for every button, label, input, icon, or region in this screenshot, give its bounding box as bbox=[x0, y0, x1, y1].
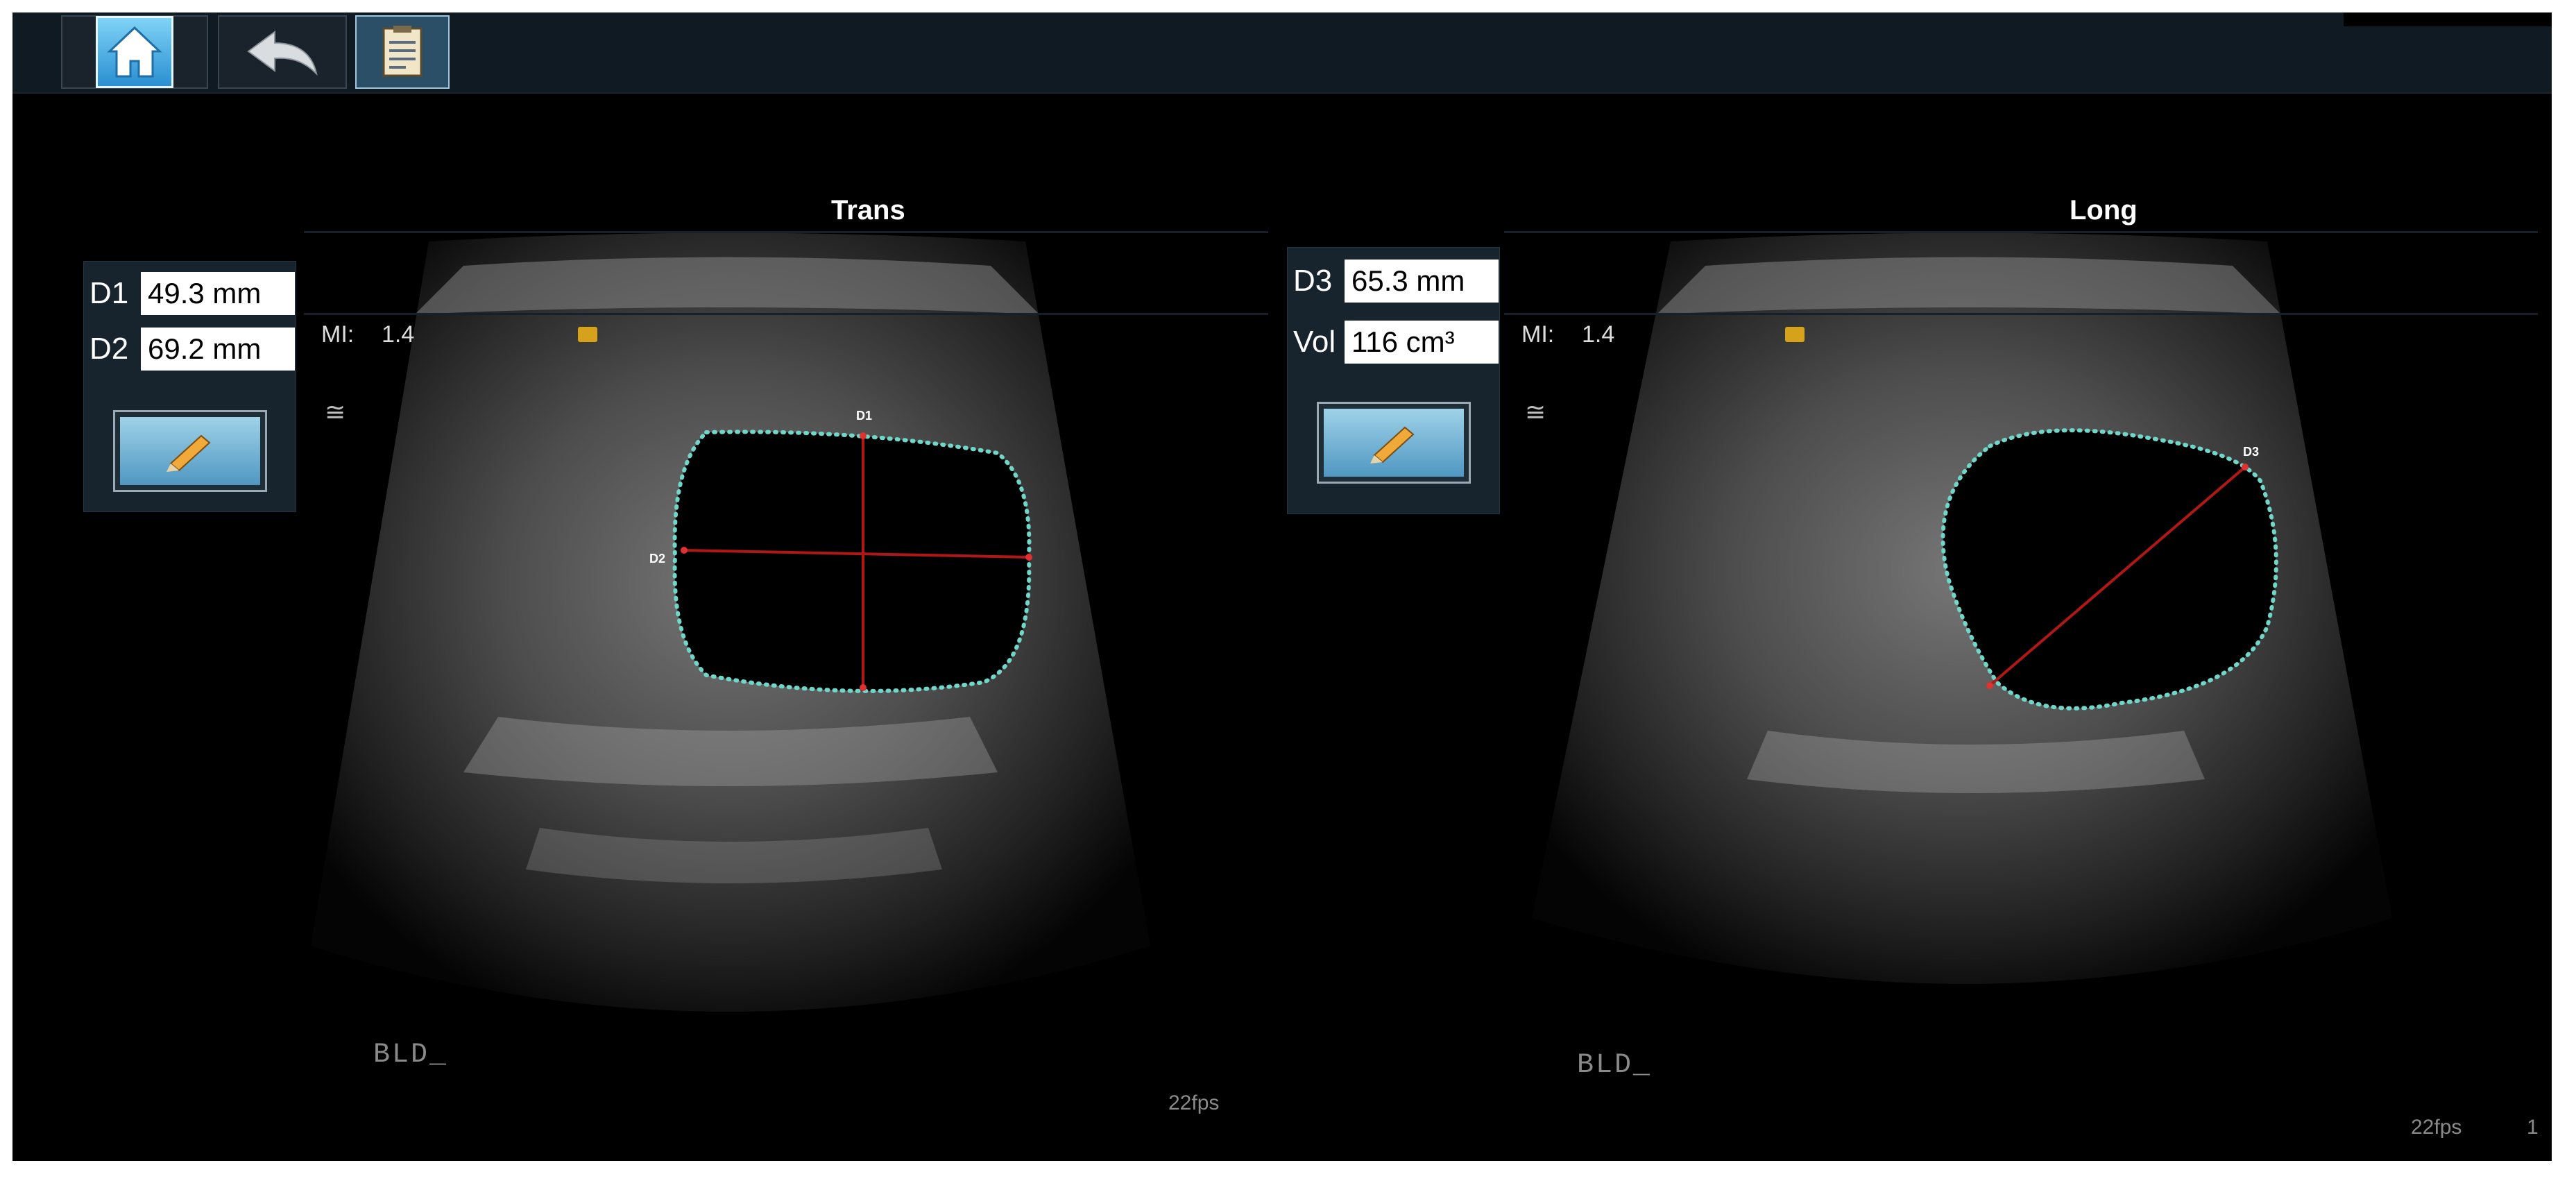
long-view-panel: Long D3 65.3 mm Vol 116 cm³ MI: 1.4 ≅ D3… bbox=[1282, 92, 2552, 1161]
measurement-row-vol: Vol 116 cm³ bbox=[1288, 317, 1499, 367]
toolbar-edge bbox=[2344, 12, 2552, 26]
long-divider-bottom bbox=[1504, 313, 2538, 315]
long-mi-value: 1.4 bbox=[1582, 321, 1615, 348]
home-button[interactable] bbox=[61, 15, 208, 89]
trans-mi-label: MI: bbox=[321, 321, 355, 348]
report-icon bbox=[382, 26, 423, 77]
trans-fps-label: 22fps bbox=[1168, 1091, 1220, 1114]
trans-preset-label: BLD_ bbox=[373, 1039, 449, 1071]
d3-value: 65.3 mm bbox=[1345, 260, 1499, 303]
trans-edit-measurement-button[interactable] bbox=[113, 410, 267, 492]
long-edit-measurement-button[interactable] bbox=[1317, 402, 1471, 484]
back-button[interactable] bbox=[218, 15, 347, 89]
trans-ultrasound-image bbox=[311, 232, 1150, 1012]
report-button[interactable] bbox=[355, 15, 450, 89]
measurement-row-d2: D2 69.2 mm bbox=[84, 324, 295, 374]
undo-arrow-icon bbox=[247, 31, 318, 76]
trans-view-title: Trans bbox=[831, 195, 905, 226]
long-divider-top bbox=[1504, 231, 2538, 233]
long-frame-number: 1 bbox=[2527, 1116, 2539, 1139]
pencil-icon bbox=[167, 434, 211, 472]
long-mi-label: MI: bbox=[1521, 321, 1555, 348]
trans-measurement-box: D1 49.3 mm D2 69.2 mm bbox=[83, 261, 296, 512]
d2-caliper-label: D2 bbox=[649, 552, 666, 566]
trans-mi-value: 1.4 bbox=[382, 321, 415, 348]
long-view-title: Long bbox=[2070, 195, 2138, 226]
d1-caliper-label: D1 bbox=[856, 409, 873, 423]
long-fps-label: 22fps bbox=[2411, 1116, 2462, 1139]
d3-caliper-label: D3 bbox=[2243, 445, 2260, 459]
probe-orientation-icon bbox=[1785, 327, 1805, 342]
d2-label: D2 bbox=[89, 332, 129, 366]
d1-label: D1 bbox=[89, 276, 129, 310]
measurement-row-d3: D3 65.3 mm bbox=[1288, 256, 1499, 306]
measurement-row-d1: D1 49.3 mm bbox=[84, 269, 295, 318]
long-measurement-box: D3 65.3 mm Vol 116 cm³ bbox=[1287, 247, 1500, 514]
d2-value: 69.2 mm bbox=[141, 328, 295, 371]
vol-value: 116 cm³ bbox=[1345, 321, 1499, 364]
long-preset-label: BLD_ bbox=[1577, 1050, 1653, 1081]
home-icon bbox=[96, 16, 173, 88]
d3-label: D3 bbox=[1293, 264, 1333, 298]
d1-value: 49.3 mm bbox=[141, 272, 295, 315]
pencil-icon bbox=[1370, 426, 1415, 464]
trans-view-panel: Trans D1 49.3 mm D2 69.2 mm MI: 1.4 ≅ D1… bbox=[12, 92, 1282, 1161]
vol-label: Vol bbox=[1293, 325, 1336, 359]
wave-icon: ≅ bbox=[325, 398, 346, 426]
toolbar bbox=[12, 12, 2552, 94]
trans-divider-bottom bbox=[304, 313, 1268, 315]
trans-divider-top bbox=[304, 231, 1268, 233]
probe-orientation-icon bbox=[578, 327, 597, 342]
ultrasound-window: Trans D1 49.3 mm D2 69.2 mm MI: 1.4 ≅ D1… bbox=[12, 12, 2552, 1161]
wave-icon: ≅ bbox=[1525, 398, 1546, 426]
